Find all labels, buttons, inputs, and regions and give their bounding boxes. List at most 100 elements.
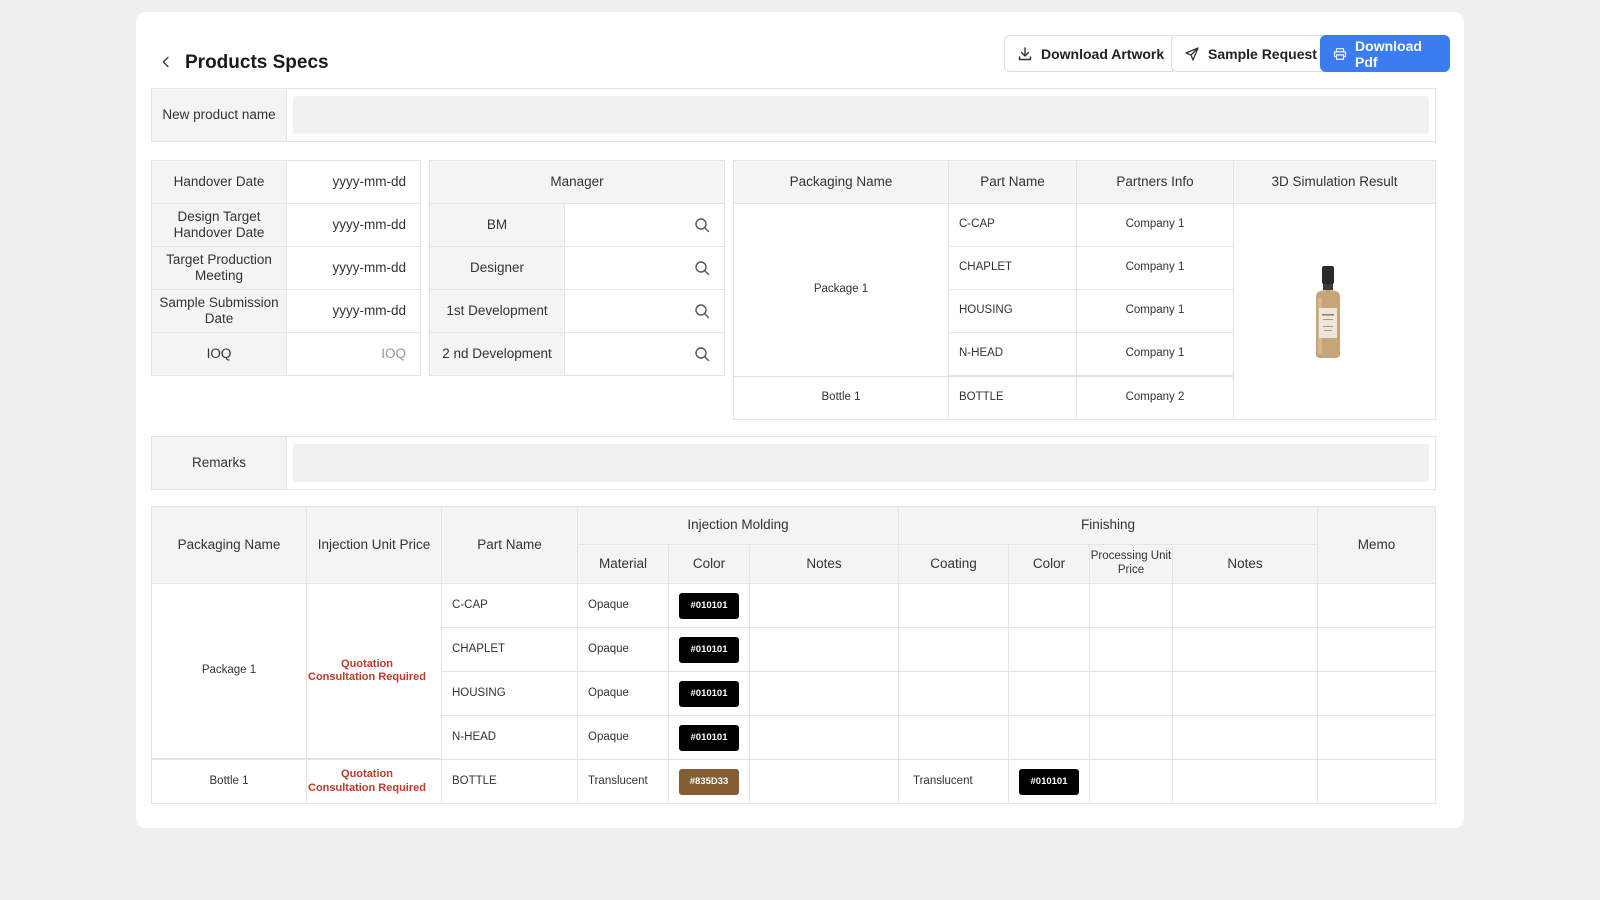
manager-search-field[interactable]: [564, 203, 725, 247]
search-icon[interactable]: [694, 260, 710, 276]
spec-color-cell: #010101: [668, 715, 750, 760]
part-name-cell: N-HEAD: [948, 332, 1077, 376]
manager-search-field[interactable]: [564, 332, 725, 376]
spec-finishing-notes[interactable]: [1172, 671, 1318, 716]
send-icon: [1185, 46, 1199, 61]
spec-subheader: Color: [668, 544, 750, 584]
spec-subheader: Material: [577, 544, 669, 584]
spec-color-cell: #010101: [668, 583, 750, 628]
spec-coating[interactable]: [898, 627, 1009, 672]
color-swatch[interactable]: #010101: [679, 724, 739, 751]
manager-search-field[interactable]: [564, 289, 725, 333]
spec-finishing-notes[interactable]: [1172, 715, 1318, 760]
spec-notes[interactable]: [749, 627, 899, 672]
spec-header: Part Name: [441, 506, 578, 584]
spec-finishing-notes[interactable]: [1172, 583, 1318, 628]
color-swatch[interactable]: #010101: [679, 680, 739, 707]
manager-search-field[interactable]: [564, 246, 725, 290]
spec-coating[interactable]: [898, 671, 1009, 716]
spec-header-group: Finishing: [898, 506, 1318, 545]
part-name-cell: HOUSING: [948, 289, 1077, 333]
color-swatch[interactable]: #010101: [679, 592, 739, 619]
spec-notes[interactable]: [749, 671, 899, 716]
spec-notes[interactable]: [749, 583, 899, 628]
spec-memo[interactable]: [1317, 583, 1436, 628]
ioq-label: IOQ: [151, 332, 287, 376]
date-field-design-target[interactable]: yyyy-mm-dd: [286, 203, 421, 247]
date-label: Handover Date: [151, 160, 287, 204]
spec-processing-price[interactable]: [1089, 583, 1173, 628]
color-swatch[interactable]: #010101: [679, 636, 739, 663]
part-name-cell: CHAPLET: [948, 246, 1077, 290]
spec-finishing-color[interactable]: [1008, 715, 1090, 760]
spec-subheader: Coating: [898, 544, 1009, 584]
color-swatch[interactable]: #835D33: [679, 768, 739, 795]
spec-packaging-name: Package 1: [151, 583, 307, 759]
search-icon[interactable]: [694, 217, 710, 233]
spec-memo[interactable]: [1317, 671, 1436, 716]
spec-material: Opaque: [577, 627, 669, 672]
part-name-cell: C-CAP: [948, 203, 1077, 247]
remarks-input[interactable]: [293, 444, 1429, 482]
packaging-name-cell: Bottle 1: [733, 376, 949, 420]
spec-finishing-color[interactable]: [1008, 671, 1090, 716]
spec-subheader: Notes: [1172, 544, 1318, 584]
partner-cell: Company 1: [1076, 289, 1234, 333]
spec-coating[interactable]: Translucent: [898, 759, 1009, 804]
spec-coating[interactable]: [898, 715, 1009, 760]
date-field-handover[interactable]: yyyy-mm-dd: [286, 160, 421, 204]
spec-color-cell: #010101: [668, 627, 750, 672]
remarks-label: Remarks: [151, 436, 287, 490]
spec-finishing-notes[interactable]: [1172, 759, 1318, 804]
partner-cell: Company 1: [1076, 332, 1234, 376]
manager-role-label: 1st Development: [429, 289, 565, 333]
page-header: Products Specs Download Artwork Sample R…: [136, 12, 1464, 92]
spec-finishing-color[interactable]: [1008, 627, 1090, 672]
spec-header-group: Injection Molding: [577, 506, 899, 545]
spec-material: Opaque: [577, 671, 669, 716]
spec-finishing-notes[interactable]: [1172, 627, 1318, 672]
date-label: Design Target Handover Date: [151, 203, 287, 247]
spec-part-name: HOUSING: [441, 671, 578, 716]
spec-processing-price[interactable]: [1089, 627, 1173, 672]
spec-memo[interactable]: [1317, 759, 1436, 804]
spec-finishing-color[interactable]: [1008, 583, 1090, 628]
product-name-input[interactable]: [293, 96, 1429, 134]
date-field-production-meeting[interactable]: yyyy-mm-dd: [286, 246, 421, 290]
date-label: Sample Submission Date: [151, 289, 287, 333]
search-icon[interactable]: [694, 346, 710, 362]
spec-part-name: BOTTLE: [441, 759, 578, 804]
spec-notes[interactable]: [749, 759, 899, 804]
spec-packaging-name: Bottle 1: [151, 759, 307, 804]
spec-part-name: C-CAP: [441, 583, 578, 628]
back-icon[interactable]: [154, 50, 178, 74]
spec-subheader: Processing Unit Price: [1089, 544, 1173, 584]
spec-processing-price[interactable]: [1089, 759, 1173, 804]
manager-role-label: Designer: [429, 246, 565, 290]
spec-processing-price[interactable]: [1089, 715, 1173, 760]
spec-header: Packaging Name: [151, 506, 307, 584]
partner-cell: Company 1: [1076, 246, 1234, 290]
download-artwork-button[interactable]: Download Artwork: [1004, 35, 1178, 72]
ioq-input[interactable]: IOQ: [286, 332, 421, 376]
date-field-sample-submission[interactable]: yyyy-mm-dd: [286, 289, 421, 333]
spec-color-cell: #835D33: [668, 759, 750, 804]
date-label: Target Production Meeting: [151, 246, 287, 290]
spec-notes[interactable]: [749, 715, 899, 760]
search-icon[interactable]: [694, 303, 710, 319]
part-name-cell: BOTTLE: [948, 376, 1077, 420]
spec-part-name: CHAPLET: [441, 627, 578, 672]
spec-memo[interactable]: [1317, 627, 1436, 672]
spec-part-name: N-HEAD: [441, 715, 578, 760]
download-pdf-button[interactable]: Download Pdf: [1320, 35, 1450, 72]
manager-role-label: 2 nd Development: [429, 332, 565, 376]
spec-color-cell: #010101: [668, 671, 750, 716]
product-name-cell: [286, 88, 1436, 142]
color-swatch[interactable]: #010101: [1019, 768, 1079, 795]
spec-processing-price[interactable]: [1089, 671, 1173, 716]
sample-request-button[interactable]: Sample Request: [1171, 35, 1330, 72]
download-artwork-label: Download Artwork: [1041, 45, 1165, 62]
spec-coating[interactable]: [898, 583, 1009, 628]
spec-finishing-color: #010101: [1008, 759, 1090, 804]
spec-memo[interactable]: [1317, 715, 1436, 760]
